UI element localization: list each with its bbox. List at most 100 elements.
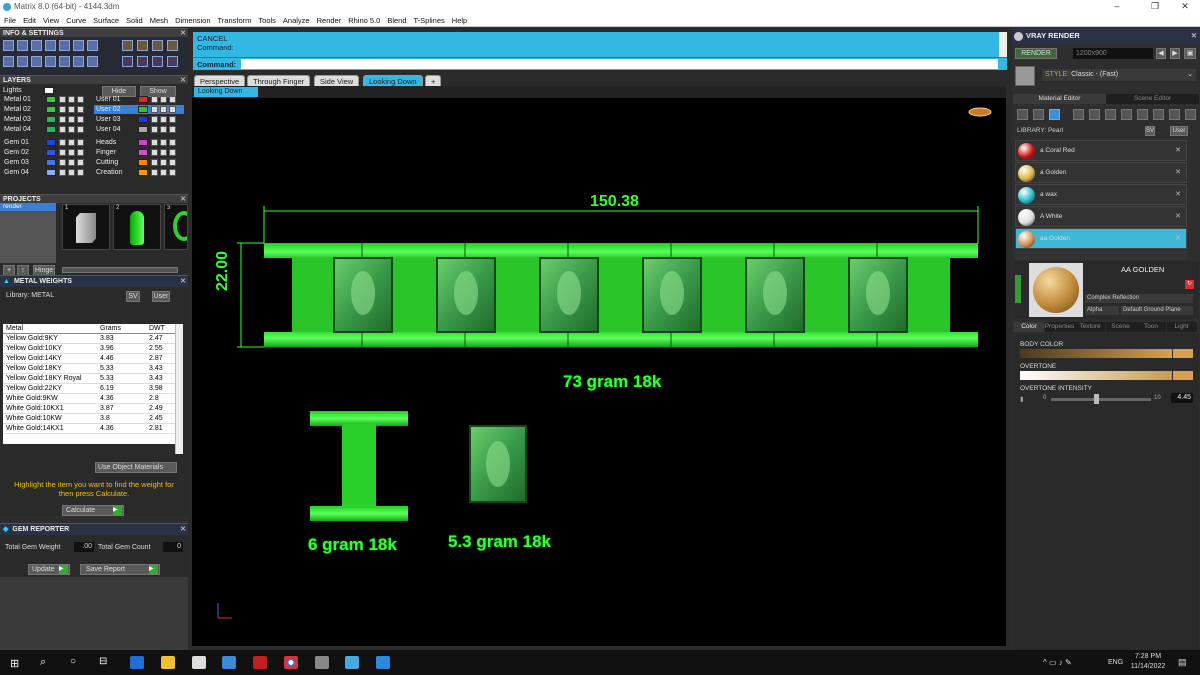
tool-icon[interactable] xyxy=(31,40,42,51)
tool-icon[interactable] xyxy=(152,40,163,51)
tool-icon[interactable] xyxy=(31,56,42,67)
layer-lock-icon[interactable] xyxy=(68,96,75,103)
tool-icon[interactable] xyxy=(137,40,148,51)
command-input[interactable] xyxy=(241,59,998,69)
notification-icon[interactable]: ▤ xyxy=(1178,657,1187,668)
layer-lock-icon[interactable] xyxy=(77,126,84,133)
tab-scene-editor[interactable]: Scene Editor xyxy=(1106,94,1199,104)
tool-icon[interactable] xyxy=(167,56,178,67)
body-color-slider[interactable] xyxy=(1020,349,1172,358)
render-button[interactable]: RENDER xyxy=(1015,48,1057,59)
tool-icon[interactable] xyxy=(1089,109,1100,120)
tool-icon[interactable] xyxy=(1105,109,1116,120)
prev-button[interactable]: ◀ xyxy=(1156,48,1166,59)
layer-color-swatch[interactable] xyxy=(46,139,56,146)
layer-lock-icon[interactable] xyxy=(169,139,176,146)
layer-lock-icon[interactable] xyxy=(68,139,75,146)
store-icon[interactable] xyxy=(192,656,206,669)
clock-date[interactable]: 11/14/2022 xyxy=(1127,663,1169,670)
chrome-icon[interactable] xyxy=(284,656,298,669)
overtone-slider[interactable] xyxy=(1020,371,1172,380)
restore-button[interactable]: ❐ xyxy=(1142,1,1168,12)
tool-icon[interactable] xyxy=(1137,109,1148,120)
calculate-button[interactable]: Calculate ▶ xyxy=(62,505,124,516)
layer-lock-icon[interactable] xyxy=(68,149,75,156)
command-prompt-bar[interactable]: Command: xyxy=(193,57,1007,70)
tool-icon[interactable] xyxy=(45,40,56,51)
layer-lock-icon[interactable] xyxy=(169,116,176,123)
layer-lock-icon[interactable] xyxy=(151,149,158,156)
layer-lock-icon[interactable] xyxy=(68,106,75,113)
tab-viewport[interactable]: Side View xyxy=(314,75,360,86)
tool-icon[interactable] xyxy=(3,56,14,67)
layer-lock-icon[interactable] xyxy=(77,159,84,166)
layer-lock-icon[interactable] xyxy=(160,169,167,176)
layer-row[interactable]: Gem 04 xyxy=(2,168,92,177)
minimize-button[interactable]: – xyxy=(1104,1,1130,11)
intensity-value[interactable]: 4.45 xyxy=(1171,393,1193,403)
clock-time[interactable]: 7:28 PM xyxy=(1131,653,1165,660)
layer-lock-icon[interactable] xyxy=(160,139,167,146)
layer-color-swatch[interactable] xyxy=(46,116,56,123)
menu-analyze[interactable]: Analyze xyxy=(279,14,313,25)
menu-tsplines[interactable]: T-Splines xyxy=(410,14,448,25)
table-row[interactable]: White Gold:14KX1 4.36 2.81 xyxy=(3,424,183,434)
zoom-icon[interactable] xyxy=(376,656,390,669)
table-scrollbar[interactable] xyxy=(175,324,183,454)
layer-row[interactable]: Gem 01 xyxy=(2,138,92,147)
layer-color-swatch[interactable] xyxy=(138,149,148,156)
material-item[interactable]: a Golden ✕ xyxy=(1015,162,1187,183)
layer-lock-icon[interactable] xyxy=(59,116,66,123)
layer-lock-icon[interactable] xyxy=(169,106,176,113)
mail-icon[interactable] xyxy=(222,656,236,669)
layer-lock-icon[interactable] xyxy=(151,106,158,113)
layer-color-swatch[interactable] xyxy=(138,139,148,146)
remove-material-icon[interactable]: ✕ xyxy=(1175,212,1181,220)
layer-lock-icon[interactable] xyxy=(169,169,176,176)
tool-icon[interactable] xyxy=(17,40,28,51)
edge-icon[interactable] xyxy=(130,656,144,669)
layer-lock-icon[interactable] xyxy=(169,126,176,133)
layer-color-swatch[interactable] xyxy=(46,149,56,156)
menu-help[interactable]: Help xyxy=(448,14,470,25)
material-icon[interactable] xyxy=(1049,109,1060,120)
tool-icon[interactable] xyxy=(122,56,133,67)
table-row[interactable]: Yellow Gold:22KY 6.19 3.98 xyxy=(3,384,183,394)
reflection-dropdown[interactable]: Complex Reflection xyxy=(1085,294,1193,303)
layer-lock-icon[interactable] xyxy=(160,106,167,113)
remove-material-icon[interactable]: ✕ xyxy=(1175,190,1181,198)
layer-lock-icon[interactable] xyxy=(151,169,158,176)
layer-lock-icon[interactable] xyxy=(59,169,66,176)
close-button[interactable]: ✕ xyxy=(1172,1,1198,12)
layer-color-swatch[interactable] xyxy=(44,87,54,94)
layer-lock-icon[interactable] xyxy=(160,159,167,166)
user-button[interactable]: User xyxy=(1170,126,1188,136)
tool-icon[interactable] xyxy=(1169,109,1180,120)
material-item[interactable]: a wax ✕ xyxy=(1015,184,1187,205)
layer-lock-icon[interactable] xyxy=(151,116,158,123)
menu-curve[interactable]: Curve xyxy=(62,14,89,25)
ground-plane-dropdown[interactable]: Default Ground Plane xyxy=(1121,306,1193,315)
table-row[interactable]: Yellow Gold:18KY Royal 5.33 3.43 xyxy=(3,374,183,384)
layer-lock-icon[interactable] xyxy=(68,169,75,176)
menu-view[interactable]: View xyxy=(39,14,62,25)
slider-thumb[interactable] xyxy=(1093,394,1099,404)
layer-lock-icon[interactable] xyxy=(77,96,84,103)
layer-row[interactable]: Metal 04 xyxy=(2,125,92,134)
windows-start-icon[interactable]: ⊞ xyxy=(10,657,19,670)
layer-lock-icon[interactable] xyxy=(77,149,84,156)
next-button[interactable]: ▶ xyxy=(1170,48,1180,59)
layer-lock-icon[interactable] xyxy=(68,159,75,166)
layer-lock-icon[interactable] xyxy=(59,126,66,133)
layer-lock-icon[interactable] xyxy=(169,159,176,166)
sv-button[interactable]: SV xyxy=(1145,126,1155,136)
resolution-field[interactable]: 1200x900 xyxy=(1073,48,1153,59)
body-color-swatch[interactable] xyxy=(1173,349,1193,358)
layer-lock-icon[interactable] xyxy=(77,106,84,113)
layer-row[interactable]: Creation xyxy=(94,168,184,177)
table-row[interactable]: Yellow Gold:10KY 3.96 2.55 xyxy=(3,344,183,354)
tool-icon[interactable] xyxy=(122,40,133,51)
layer-lock-icon[interactable] xyxy=(68,116,75,123)
layer-lock-icon[interactable] xyxy=(77,116,84,123)
tool-icon[interactable] xyxy=(1153,109,1164,120)
